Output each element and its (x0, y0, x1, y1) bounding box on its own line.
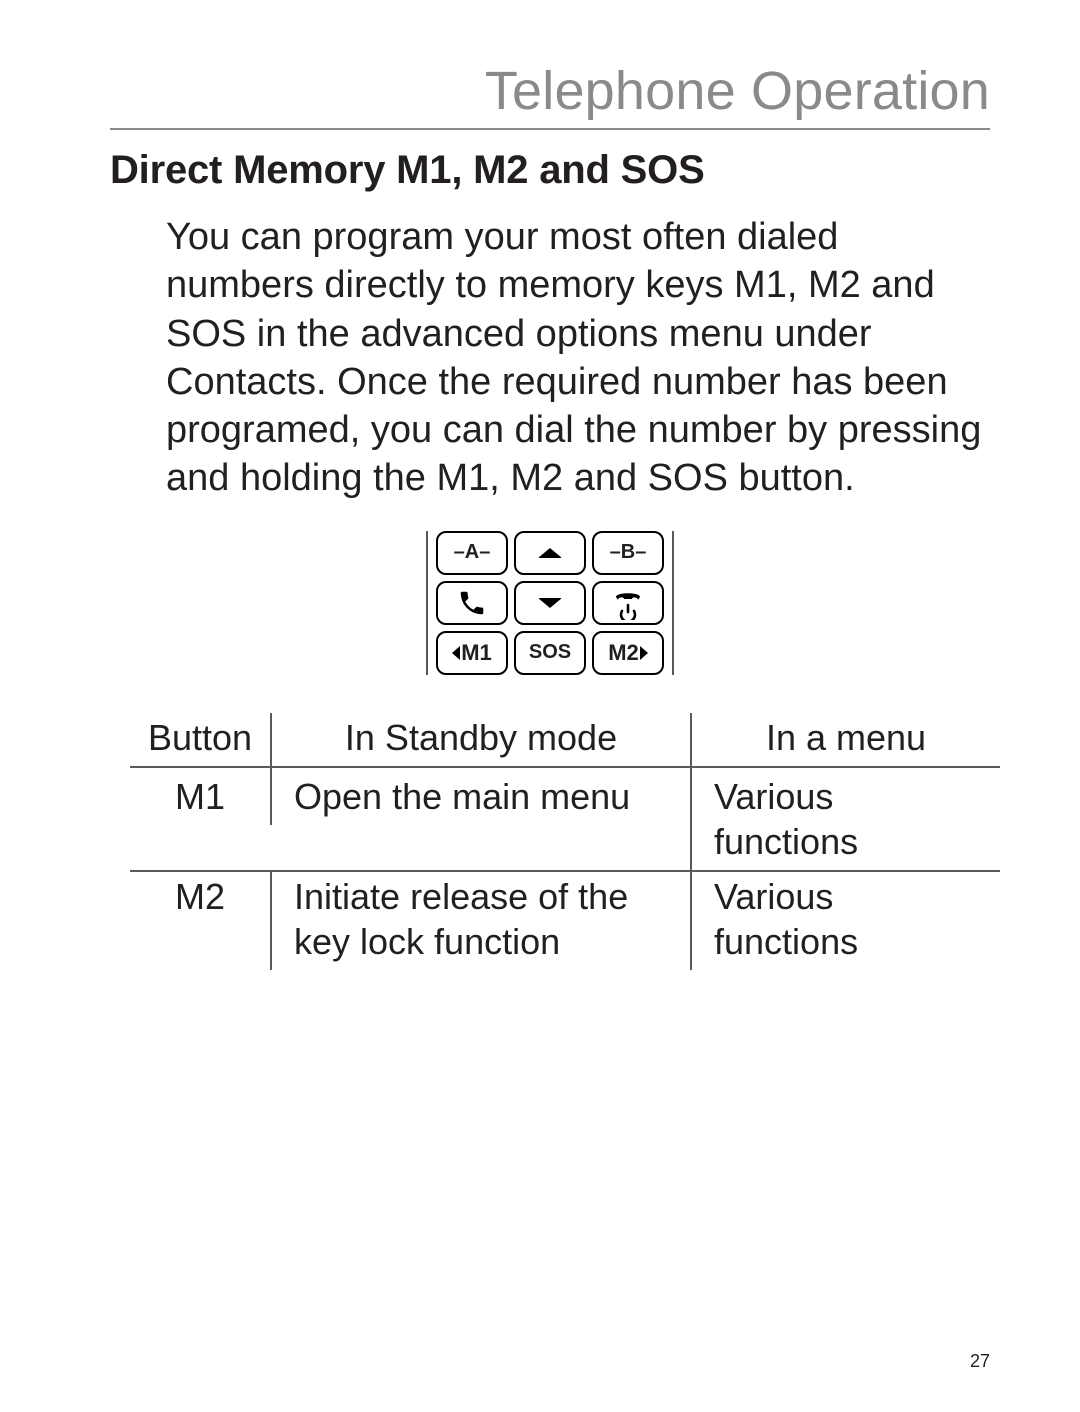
down-arrow-icon (538, 598, 562, 608)
page-number: 27 (970, 1351, 990, 1372)
keypad-grid: –A– –B– (426, 531, 674, 675)
td-menu: Various functions (690, 768, 1000, 870)
m2-label: M2 (608, 640, 639, 666)
left-arrow-icon (452, 646, 460, 660)
table-header-row: Button In Standby mode In a menu (130, 713, 1000, 768)
keypad-diagram: –A– –B– (110, 531, 990, 675)
sos-key: SOS (514, 631, 586, 675)
th-menu: In a menu (690, 713, 1000, 766)
m1-label: M1 (461, 640, 492, 666)
td-button: M1 (130, 768, 270, 825)
right-arrow-icon (640, 646, 648, 660)
table-row: M2 Initiate release of the key lock func… (130, 872, 1000, 970)
th-standby: In Standby mode (270, 713, 690, 766)
chapter-title: Telephone Operation (110, 60, 990, 122)
section-heading: Direct Memory M1, M2 and SOS (110, 148, 990, 193)
m2-key: M2 (592, 631, 664, 675)
up-arrow-icon (538, 548, 562, 558)
call-key (436, 581, 508, 625)
soft-key-b: –B– (592, 531, 664, 575)
nav-up-key (514, 531, 586, 575)
soft-key-a: –A– (436, 531, 508, 575)
body-paragraph: You can program your most often dialed n… (166, 213, 986, 503)
key-b-label: B (621, 541, 635, 564)
key-a-label: A (465, 541, 479, 564)
table-row: M1 Open the main menu Various functions (130, 768, 1000, 872)
header-rule (110, 128, 990, 130)
handset-icon (457, 588, 487, 618)
td-menu: Various functions (690, 872, 1000, 970)
manual-page: Telephone Operation Direct Memory M1, M2… (0, 0, 1080, 1412)
m1-key: M1 (436, 631, 508, 675)
end-power-icon (611, 586, 645, 620)
td-standby: Open the main menu (270, 768, 690, 825)
th-button: Button (130, 713, 270, 766)
td-standby: Initiate release of the key lock functio… (270, 872, 690, 970)
button-function-table: Button In Standby mode In a menu M1 Open… (130, 713, 1000, 970)
td-button: M2 (130, 872, 270, 925)
end-power-key (592, 581, 664, 625)
sos-label: SOS (529, 641, 571, 664)
nav-down-key (514, 581, 586, 625)
